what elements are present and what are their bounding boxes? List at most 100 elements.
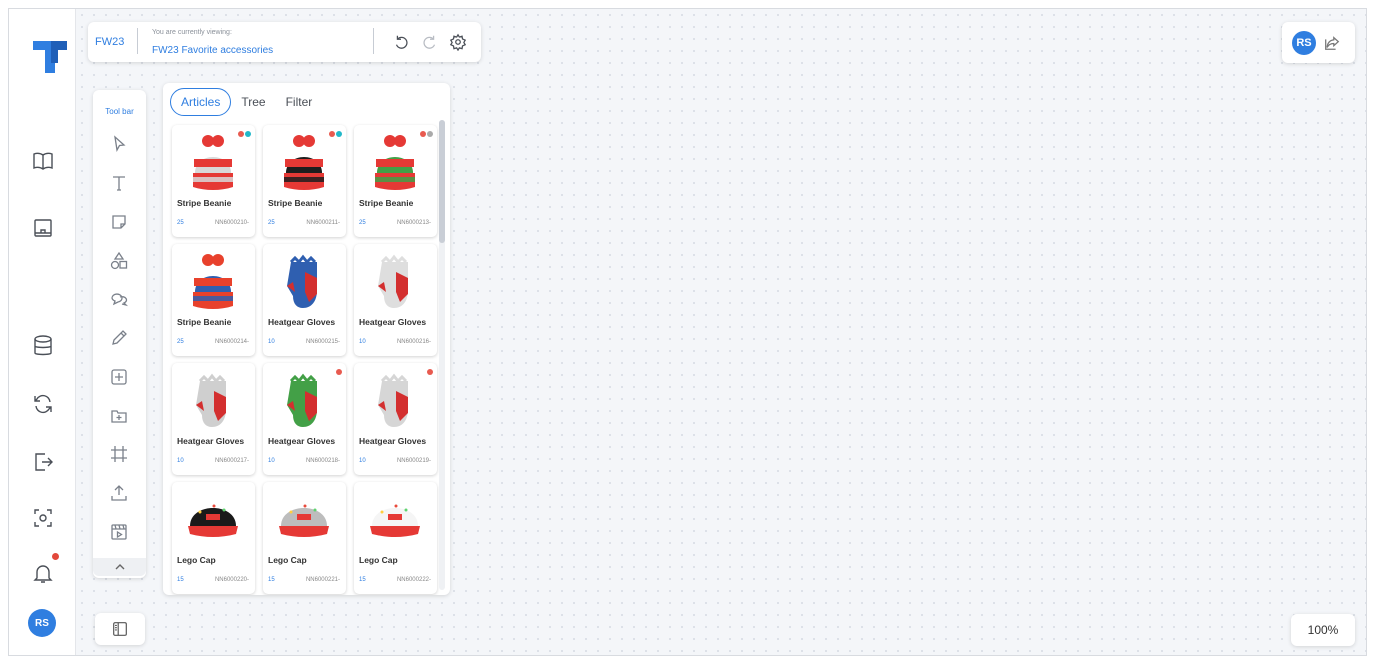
- cap-thumbnail: [362, 488, 428, 552]
- article-code: NN6000217-: [214, 458, 249, 464]
- shapes-icon[interactable]: [108, 250, 130, 272]
- article-quantity: 10: [359, 458, 366, 464]
- divider: [137, 28, 138, 54]
- article-quantity: 25: [268, 220, 275, 226]
- tab-tree[interactable]: Tree: [231, 89, 275, 115]
- book-icon[interactable]: [30, 148, 56, 174]
- article-name: Stripe Beanie: [177, 198, 232, 208]
- panel-toggle-icon: [113, 622, 127, 636]
- media-icon[interactable]: [108, 521, 130, 543]
- board-header: FW23 You are currently viewing: FW23 Fav…: [88, 22, 481, 62]
- article-quantity: 10: [359, 339, 366, 345]
- zoom-level[interactable]: 100%: [1291, 614, 1355, 646]
- collapse-toolbar-button[interactable]: [93, 558, 146, 576]
- article-quantity: 15: [177, 577, 184, 583]
- settings-icon[interactable]: [448, 32, 468, 52]
- viewing-label: You are currently viewing:: [152, 29, 232, 36]
- article-code: NN6000213-: [396, 220, 431, 226]
- article-card[interactable]: Lego Cap 15 NN6000222-: [354, 482, 437, 594]
- article-name: Heatgear Gloves: [268, 317, 336, 327]
- article-quantity: 10: [268, 339, 275, 345]
- scrollbar[interactable]: [439, 120, 445, 590]
- upload-icon[interactable]: [108, 482, 130, 504]
- comment-icon[interactable]: [108, 288, 130, 310]
- share-icon[interactable]: [1321, 32, 1343, 54]
- article-code: NN6000211-: [306, 220, 340, 226]
- panel-tabs: Articles Tree Filter: [170, 88, 322, 116]
- board-icon[interactable]: [30, 215, 56, 241]
- board-title[interactable]: FW23 Favorite accessories: [152, 45, 273, 56]
- article-name: Heatgear Gloves: [177, 436, 245, 446]
- scan-icon[interactable]: [30, 505, 56, 531]
- sticky-note-icon[interactable]: [108, 211, 130, 233]
- beanie-thumbnail: [362, 131, 428, 195]
- article-card[interactable]: Stripe Beanie 25 NN6000213-: [354, 125, 437, 237]
- article-name: Heatgear Gloves: [359, 317, 427, 327]
- add-folder-icon[interactable]: [108, 405, 130, 427]
- article-quantity: 10: [177, 458, 184, 464]
- undo-icon[interactable]: [391, 32, 411, 52]
- article-card[interactable]: Heatgear Gloves 10 NN6000216-: [354, 244, 437, 356]
- articles-panel: Articles Tree Filter Stripe Beanie 25 NN60…: [163, 83, 450, 595]
- glove-thumbnail: [271, 369, 337, 433]
- beanie-thumbnail: [180, 250, 246, 314]
- chevron-up-icon: [115, 564, 124, 570]
- avatar[interactable]: RS: [28, 609, 56, 637]
- season-label[interactable]: FW23: [95, 36, 124, 48]
- article-name: Heatgear Gloves: [268, 436, 336, 446]
- article-name: Lego Cap: [268, 555, 307, 565]
- article-name: Lego Cap: [177, 555, 216, 565]
- article-card[interactable]: Heatgear Gloves 10 NN6000218-: [263, 363, 346, 475]
- article-name: Stripe Beanie: [177, 317, 232, 327]
- scrollbar-thumb[interactable]: [439, 120, 445, 243]
- article-code: NN6000215-: [305, 339, 340, 345]
- article-card[interactable]: Heatgear Gloves 10 NN6000217-: [172, 363, 255, 475]
- color-dot: [336, 131, 342, 137]
- panel-toggle-button[interactable]: [95, 613, 145, 645]
- text-icon[interactable]: [108, 172, 130, 194]
- color-dot: [238, 131, 244, 137]
- tool-bar-title: Tool bar: [105, 107, 134, 116]
- database-icon[interactable]: [30, 333, 56, 359]
- cap-thumbnail: [180, 488, 246, 552]
- glove-thumbnail: [362, 250, 428, 314]
- article-quantity: 10: [268, 458, 275, 464]
- color-dot: [427, 131, 433, 137]
- left-sidebar: [9, 9, 76, 655]
- article-name: Stripe Beanie: [268, 198, 323, 208]
- article-card[interactable]: Stripe Beanie 25 NN6000211-: [263, 125, 346, 237]
- tab-articles[interactable]: Articles: [170, 88, 232, 116]
- article-card[interactable]: Heatgear Gloves 10 NN6000219-: [354, 363, 437, 475]
- article-card[interactable]: Lego Cap 15 NN6000221-: [263, 482, 346, 594]
- add-box-icon[interactable]: [108, 366, 130, 388]
- select-icon[interactable]: [108, 133, 130, 155]
- color-dot: [420, 131, 426, 137]
- user-avatar[interactable]: RS: [1292, 31, 1316, 55]
- divider: [373, 28, 374, 54]
- article-quantity: 15: [359, 577, 366, 583]
- article-card[interactable]: Heatgear Gloves 10 NN6000215-: [263, 244, 346, 356]
- article-card[interactable]: Stripe Beanie 25 NN6000214-: [172, 244, 255, 356]
- pencil-icon[interactable]: [108, 327, 130, 349]
- article-card[interactable]: Stripe Beanie 25 NN6000210-: [172, 125, 255, 237]
- frame-icon[interactable]: [108, 443, 130, 465]
- article-code: NN6000220-: [214, 577, 249, 583]
- article-code: NN6000214-: [214, 339, 249, 345]
- export-icon[interactable]: [30, 449, 56, 475]
- article-quantity: 25: [177, 220, 184, 226]
- glove-thumbnail: [180, 369, 246, 433]
- redo-icon[interactable]: [420, 32, 440, 52]
- sync-icon[interactable]: [30, 391, 56, 417]
- article-code: NN6000221-: [305, 577, 340, 583]
- user-card: RS: [1282, 22, 1355, 63]
- color-dot: [329, 131, 335, 137]
- article-card[interactable]: Lego Cap 15 NN6000220-: [172, 482, 255, 594]
- app-logo-icon[interactable]: [31, 39, 69, 75]
- article-quantity: 25: [177, 339, 184, 345]
- article-quantity: 25: [359, 220, 366, 226]
- glove-thumbnail: [362, 369, 428, 433]
- tab-filter[interactable]: Filter: [276, 89, 323, 115]
- article-name: Stripe Beanie: [359, 198, 414, 208]
- bell-icon[interactable]: [30, 560, 56, 586]
- article-code: NN6000216-: [396, 339, 431, 345]
